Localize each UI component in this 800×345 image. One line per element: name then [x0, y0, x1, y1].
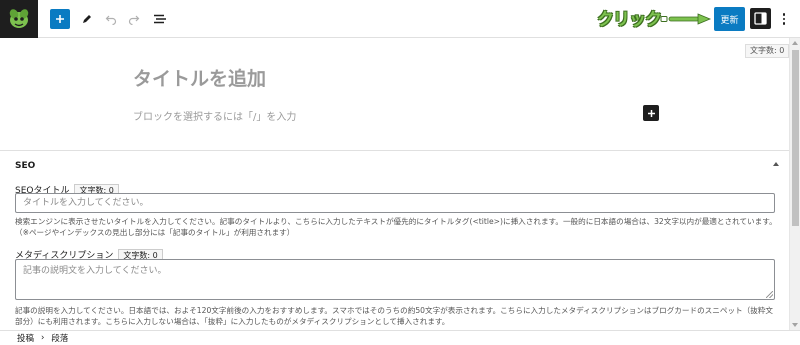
settings-button[interactable] — [750, 8, 771, 29]
meta-description-input[interactable] — [15, 259, 775, 300]
more-icon — [782, 13, 786, 16]
scroll-down-icon[interactable] — [792, 323, 798, 327]
site-logo[interactable] — [0, 0, 38, 38]
settings-icon — [754, 12, 767, 25]
post-title-field[interactable]: タイトルを追加 — [133, 64, 266, 91]
tools-button[interactable] — [77, 9, 97, 29]
scroll-up-icon[interactable] — [792, 41, 798, 45]
scroll-thumb[interactable] — [792, 50, 799, 226]
breadcrumb-item-paragraph[interactable]: 段落 — [51, 332, 68, 344]
meta-description-help: 記事の説明を入力してください。日本語では、およそ120文字前後の入力をおすすめし… — [15, 306, 774, 326]
collapse-icon[interactable] — [773, 162, 779, 166]
editor-toolbar: クリック 更新 — [0, 0, 800, 38]
cocoon-logo-icon — [9, 9, 29, 28]
undo-button[interactable] — [101, 9, 121, 29]
more-options-button[interactable] — [778, 9, 790, 29]
inline-add-block-button[interactable] — [643, 105, 659, 121]
resize-handle-icon[interactable] — [766, 291, 773, 298]
seo-title-help: 検索エンジンに表示させたいタイトルを入力してください。記事のタイトルより、こちら… — [15, 217, 777, 237]
update-button[interactable]: 更新 — [714, 7, 745, 31]
chevron-right-icon: › — [41, 333, 45, 343]
seo-meta-box: SEO — [0, 150, 789, 330]
annotation-arrow-icon — [660, 13, 712, 25]
seo-title-input[interactable] — [15, 193, 775, 213]
plus-icon — [56, 15, 64, 23]
list-view-icon — [153, 14, 166, 24]
add-block-button[interactable] — [50, 9, 70, 29]
character-count-badge: 文字数: 0 — [745, 44, 790, 58]
block-placeholder[interactable]: ブロックを選択するには「/」を入力 — [133, 108, 296, 123]
redo-icon — [128, 15, 140, 25]
list-view-button[interactable] — [149, 9, 169, 29]
redo-button[interactable] — [124, 9, 144, 29]
seo-heading: SEO — [15, 161, 36, 171]
scrollbar[interactable] — [789, 38, 800, 330]
undo-icon — [105, 15, 117, 25]
pen-icon — [83, 15, 91, 23]
click-annotation: クリック — [597, 10, 662, 30]
plus-icon — [647, 109, 655, 117]
block-breadcrumb: 投稿 › 段落 — [0, 330, 800, 345]
breadcrumb-item-post[interactable]: 投稿 — [17, 332, 34, 344]
